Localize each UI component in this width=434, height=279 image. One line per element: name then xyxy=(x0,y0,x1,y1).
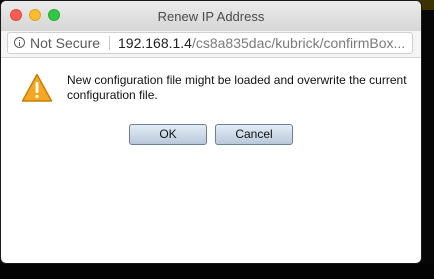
cancel-button[interactable]: Cancel xyxy=(215,124,293,145)
dialog-message: New configuration file might be loaded a… xyxy=(67,73,407,102)
address-divider xyxy=(109,36,110,50)
desktop-bottom-strip xyxy=(0,264,434,279)
url-text[interactable]: 192.168.1.4/cs8a835dac/kubrick/confirmBo… xyxy=(118,35,410,51)
url-host: 192.168.1.4 xyxy=(118,35,192,51)
popup-window: Renew IP Address Not Secure 192.168.1.4/… xyxy=(1,1,421,263)
warning-triangle-icon xyxy=(21,73,53,108)
title-bar[interactable]: Renew IP Address xyxy=(1,1,421,32)
ok-button[interactable]: OK xyxy=(129,124,207,145)
security-status-label[interactable]: Not Secure xyxy=(30,35,100,51)
info-icon[interactable] xyxy=(14,37,25,48)
window-title: Renew IP Address xyxy=(157,9,265,24)
url-path: /cs8a835dac/kubrick/confirmBox... xyxy=(191,35,406,51)
address-bar[interactable]: Not Secure 192.168.1.4/cs8a835dac/kubric… xyxy=(7,32,413,54)
